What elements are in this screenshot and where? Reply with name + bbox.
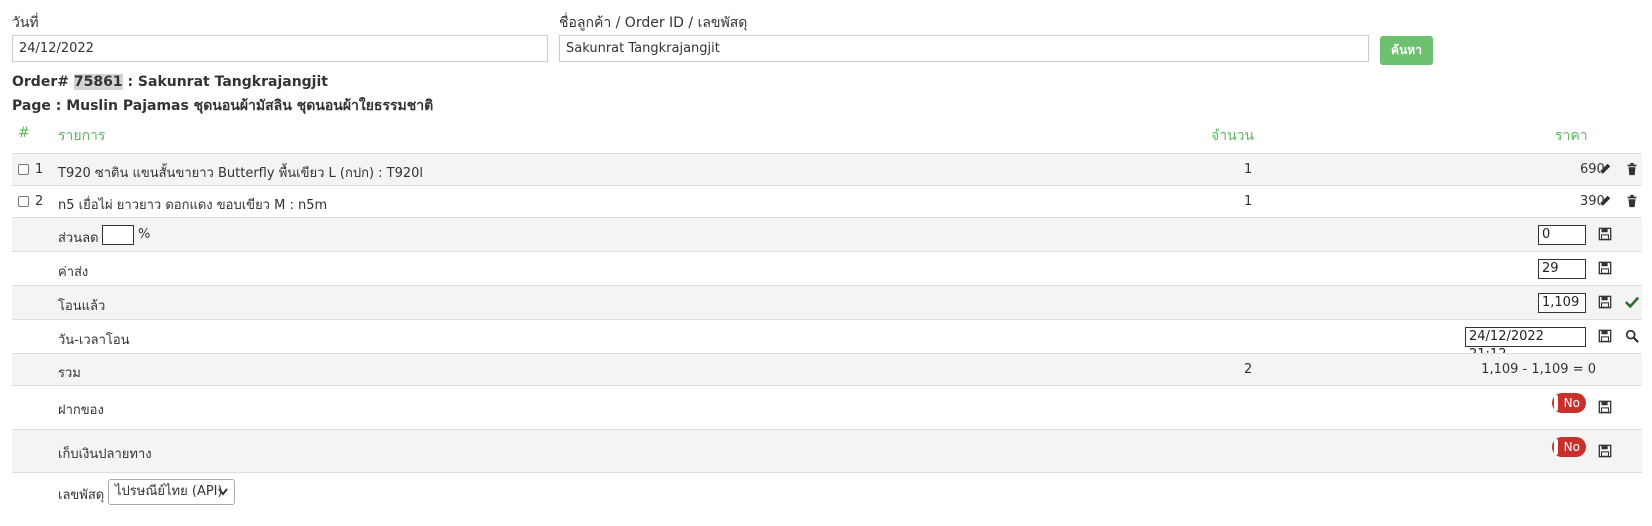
customer-search-label: ชื่อลูกค้า / Order ID / เลขพัสดุ — [559, 15, 748, 31]
discount-row: ส่วนลด % 0 — [12, 217, 1642, 251]
carrier-selected: ไปรษณีย์ไทย (API) — [115, 484, 223, 499]
edit-pencil-icon[interactable] — [1598, 194, 1612, 208]
header-price: ราคา — [1555, 128, 1588, 144]
deposit-label: ฝากของ — [58, 403, 104, 418]
save-icon[interactable] — [1598, 444, 1612, 458]
search-button[interactable]: ค้นหา — [1380, 36, 1433, 65]
item-name: n5 เยื่อไผ่ ยาวยาว ดอกแดง ขอบเขียว M : n… — [58, 198, 328, 213]
search-icon[interactable] — [1625, 329, 1639, 343]
item-qty: 1 — [1244, 194, 1253, 209]
total-qty: 2 — [1244, 362, 1253, 377]
item-qty: 1 — [1244, 162, 1253, 177]
item-price: 390 — [1580, 194, 1605, 209]
discount-label: ส่วนลด — [58, 231, 99, 246]
date-input[interactable]: 24/12/2022 — [12, 35, 548, 62]
save-icon[interactable] — [1598, 400, 1612, 414]
save-icon[interactable] — [1598, 227, 1612, 241]
row-index: 2 — [35, 194, 44, 209]
item-price: 690 — [1580, 162, 1605, 177]
discount-value-input[interactable]: 0 — [1538, 225, 1586, 245]
order-prefix: Order# — [12, 74, 69, 90]
date-label: วันที่ — [12, 15, 39, 31]
header-index: # — [18, 125, 30, 141]
table-row: 2 n5 เยื่อไผ่ ยาวยาว ดอกแดง ขอบเขียว M :… — [12, 185, 1642, 217]
edit-pencil-icon[interactable] — [1598, 162, 1612, 176]
page-title: Page : Muslin Pajamas ชุดนอนผ้ามัสลิน ชุ… — [12, 98, 434, 114]
transferred-label: โอนแล้ว — [58, 299, 106, 314]
shipping-input[interactable]: 29 — [1538, 259, 1586, 279]
transfer-datetime-row: วัน-เวลาโอน 24/12/2022 21:12 — [12, 319, 1642, 362]
save-icon[interactable] — [1598, 261, 1612, 275]
order-title: Order# 75861 : Sakunrat Tangkrajangjit — [12, 74, 328, 90]
order-id: 75861 — [73, 74, 123, 90]
check-icon[interactable] — [1625, 295, 1639, 309]
save-icon[interactable] — [1598, 295, 1612, 309]
cod-toggle[interactable]: No — [1552, 437, 1586, 457]
tracking-label: เลขพัสดุ — [58, 488, 105, 503]
order-customer: : Sakunrat Tangkrajangjit — [127, 74, 328, 90]
trash-icon[interactable] — [1625, 162, 1639, 176]
shipping-row: ค่าส่ง 29 — [12, 251, 1642, 285]
save-icon[interactable] — [1598, 329, 1612, 343]
cod-label: เก็บเงินปลายทาง — [58, 447, 152, 462]
customer-search-input[interactable]: Sakunrat Tangkrajangjit — [559, 35, 1369, 62]
deposit-toggle[interactable]: No — [1552, 393, 1586, 413]
header-item: รายการ — [58, 128, 106, 144]
item-name: T920 ซาติน แขนสั้นขายาว Butterfly พื้นเข… — [58, 166, 424, 181]
total-label: รวม — [58, 366, 81, 381]
total-row: รวม 2 1,109 - 1,109 = 0 — [12, 353, 1642, 385]
transfer-datetime-label: วัน-เวลาโอน — [58, 333, 130, 348]
transfer-datetime-input[interactable]: 24/12/2022 21:12 — [1465, 327, 1586, 362]
row-checkbox[interactable] — [18, 196, 29, 207]
transferred-row: โอนแล้ว 1,109 — [12, 285, 1642, 319]
percent-sign: % — [138, 227, 151, 242]
total-summary: 1,109 - 1,109 = 0 — [1481, 362, 1596, 377]
trash-icon[interactable] — [1625, 194, 1639, 208]
deposit-row: ฝากของ No — [12, 385, 1642, 429]
table-row: 1 T920 ซาติน แขนสั้นขายาว Butterfly พื้น… — [12, 153, 1642, 185]
row-index: 1 — [35, 162, 44, 177]
header-qty: จำนวน — [1211, 128, 1255, 144]
shipping-label: ค่าส่ง — [58, 265, 89, 280]
chevron-down-icon — [218, 488, 228, 496]
discount-percent-input[interactable] — [102, 225, 134, 245]
cod-row: เก็บเงินปลายทาง No — [12, 429, 1642, 473]
transferred-input[interactable]: 1,109 — [1538, 293, 1586, 313]
carrier-select[interactable]: ไปรษณีย์ไทย (API) — [108, 479, 235, 505]
row-checkbox[interactable] — [18, 164, 29, 175]
